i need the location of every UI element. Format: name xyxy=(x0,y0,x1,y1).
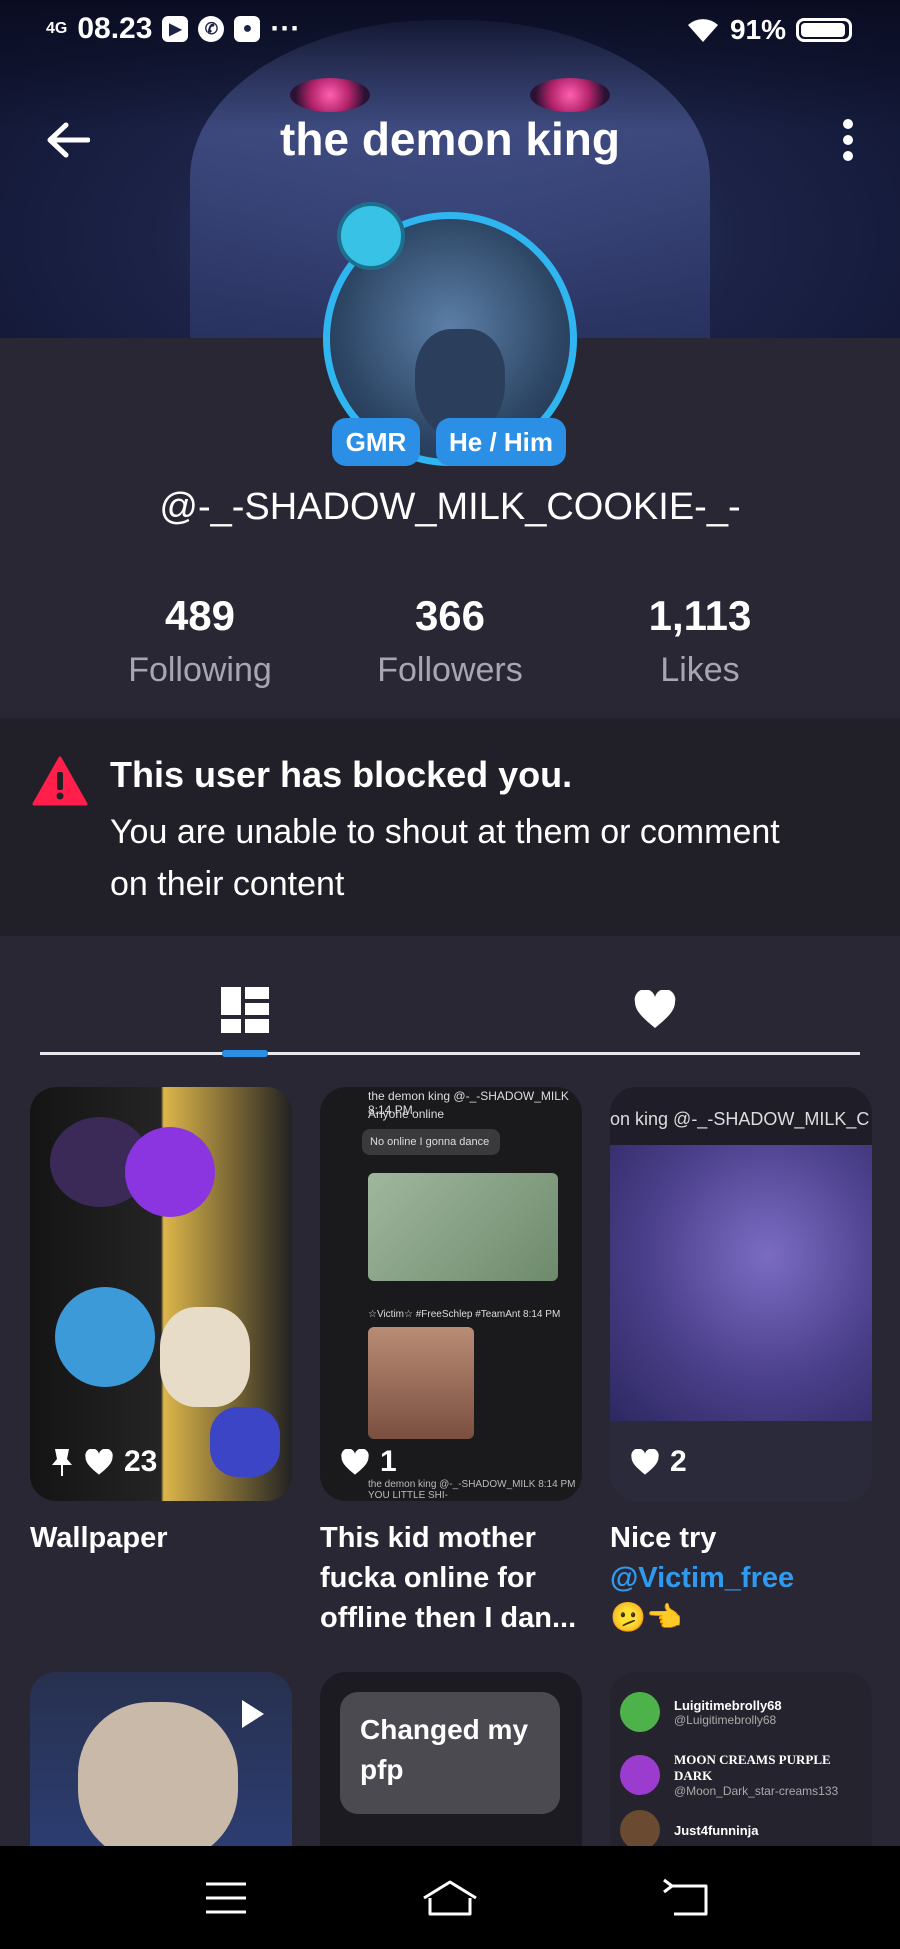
page-title: the demon king xyxy=(280,113,620,165)
followers-label: Followers xyxy=(377,651,523,689)
post-stats: 23 xyxy=(50,1445,157,1479)
following-label: Following xyxy=(128,651,272,689)
more-options-button[interactable] xyxy=(818,110,878,170)
home-button[interactable] xyxy=(410,1870,490,1926)
tab-posts[interactable] xyxy=(205,970,285,1050)
back-icon xyxy=(663,1878,708,1916)
battery-percent: 91% xyxy=(729,14,786,45)
tab-likes[interactable] xyxy=(615,970,695,1050)
heart-icon xyxy=(631,1448,659,1475)
post-card[interactable]: Changed my pfp xyxy=(320,1672,582,1848)
blocked-title: This user has blocked you. xyxy=(110,754,573,795)
post-caption: This kid mother fucka online for offline… xyxy=(320,1522,577,1634)
avatar xyxy=(620,1692,660,1732)
system-nav-bar xyxy=(0,1846,900,1949)
wifi-icon xyxy=(687,19,718,42)
likes-label: Likes xyxy=(660,651,740,689)
heart-icon xyxy=(85,1448,113,1475)
menu-icon xyxy=(206,1882,246,1914)
recent-apps-button[interactable] xyxy=(186,1870,266,1926)
likes-count: 1,113 xyxy=(648,592,752,639)
top-nav: the demon king xyxy=(0,100,900,180)
warning-icon xyxy=(32,756,88,806)
tab-divider xyxy=(40,1052,860,1055)
back-nav-button[interactable] xyxy=(646,1870,726,1926)
mic-icon: ● xyxy=(234,16,261,42)
like-count: 1 xyxy=(380,1445,397,1478)
active-tab-indicator xyxy=(222,1050,268,1057)
like-count: 2 xyxy=(670,1445,687,1478)
tag-pronouns: He / Him xyxy=(436,418,566,466)
mention-link[interactable]: @Victim_free xyxy=(610,1562,794,1594)
tag-gmr: GMR xyxy=(332,418,420,466)
grid-icon xyxy=(221,987,269,1033)
status-bar: 4G 08.23 ▶ ✆ ● ··· 91% xyxy=(0,0,900,66)
like-count: 23 xyxy=(124,1445,158,1478)
whatsapp-icon: ✆ xyxy=(198,16,225,42)
home-icon xyxy=(423,1880,477,1916)
post-card[interactable]: on king @-_-SHADOW_MILK_C 2 xyxy=(610,1087,872,1501)
content-tabs xyxy=(0,950,900,1060)
stat-followers[interactable]: 366 Followers xyxy=(330,590,570,698)
network-indicator: 4G xyxy=(46,20,68,37)
post-stats: 2 xyxy=(630,1445,687,1479)
stat-following[interactable]: 489 Following xyxy=(80,590,320,698)
blocked-notice: This user has blocked you. You are unabl… xyxy=(0,718,900,936)
heart-icon xyxy=(634,990,676,1028)
post-card[interactable]: 23 xyxy=(30,1087,292,1501)
more-notifications-icon: ··· xyxy=(270,12,301,45)
battery-icon xyxy=(796,18,852,42)
post-card[interactable] xyxy=(30,1672,292,1848)
pin-icon xyxy=(52,1449,72,1476)
post-card[interactable]: Luigitimebrolly68 @Luigitimebrolly68 MOON… xyxy=(610,1672,872,1848)
list-item: MOON CREAMS PURPLE DARK @Moon_Dark_star-c… xyxy=(620,1752,872,1798)
post-caption: Wallpaper xyxy=(30,1522,168,1554)
emoji: 🫤👈 xyxy=(610,1602,683,1634)
heart-icon xyxy=(341,1448,369,1475)
post-card[interactable]: the demon king @-_-SHADOW_MILK 8:14 PM A… xyxy=(320,1087,582,1501)
avatar xyxy=(620,1810,660,1848)
preview-image xyxy=(78,1702,238,1848)
preview-image xyxy=(368,1327,474,1439)
preview-image xyxy=(610,1145,872,1421)
time: 08.23 xyxy=(77,12,153,45)
username-handle: @-_-SHADOW_MILK_COOKIE-_- xyxy=(159,486,741,528)
avatar-decoration-icon xyxy=(337,202,405,270)
avatar xyxy=(620,1755,660,1795)
preview-image xyxy=(368,1173,558,1281)
kebab-menu-icon xyxy=(843,119,853,161)
following-count: 489 xyxy=(164,592,236,639)
play-icon xyxy=(242,1700,264,1728)
shout-text: Changed my pfp xyxy=(340,1692,560,1814)
list-item: Luigitimebrolly68 @Luigitimebrolly68 xyxy=(620,1692,782,1732)
post-stats: 1 xyxy=(340,1445,397,1479)
post-caption: Nice try @Victim_free 🫤👈 xyxy=(610,1522,795,1634)
stat-likes: 1,113 Likes xyxy=(580,590,820,698)
followers-count: 366 xyxy=(414,592,486,639)
blocked-message: You are unable to shout at them or comme… xyxy=(110,813,780,903)
list-item: Just4funninja xyxy=(620,1810,759,1848)
profile-stats: 489 Following 366 Followers 1,113 Likes xyxy=(0,590,900,700)
youtube-icon: ▶ xyxy=(162,16,189,42)
